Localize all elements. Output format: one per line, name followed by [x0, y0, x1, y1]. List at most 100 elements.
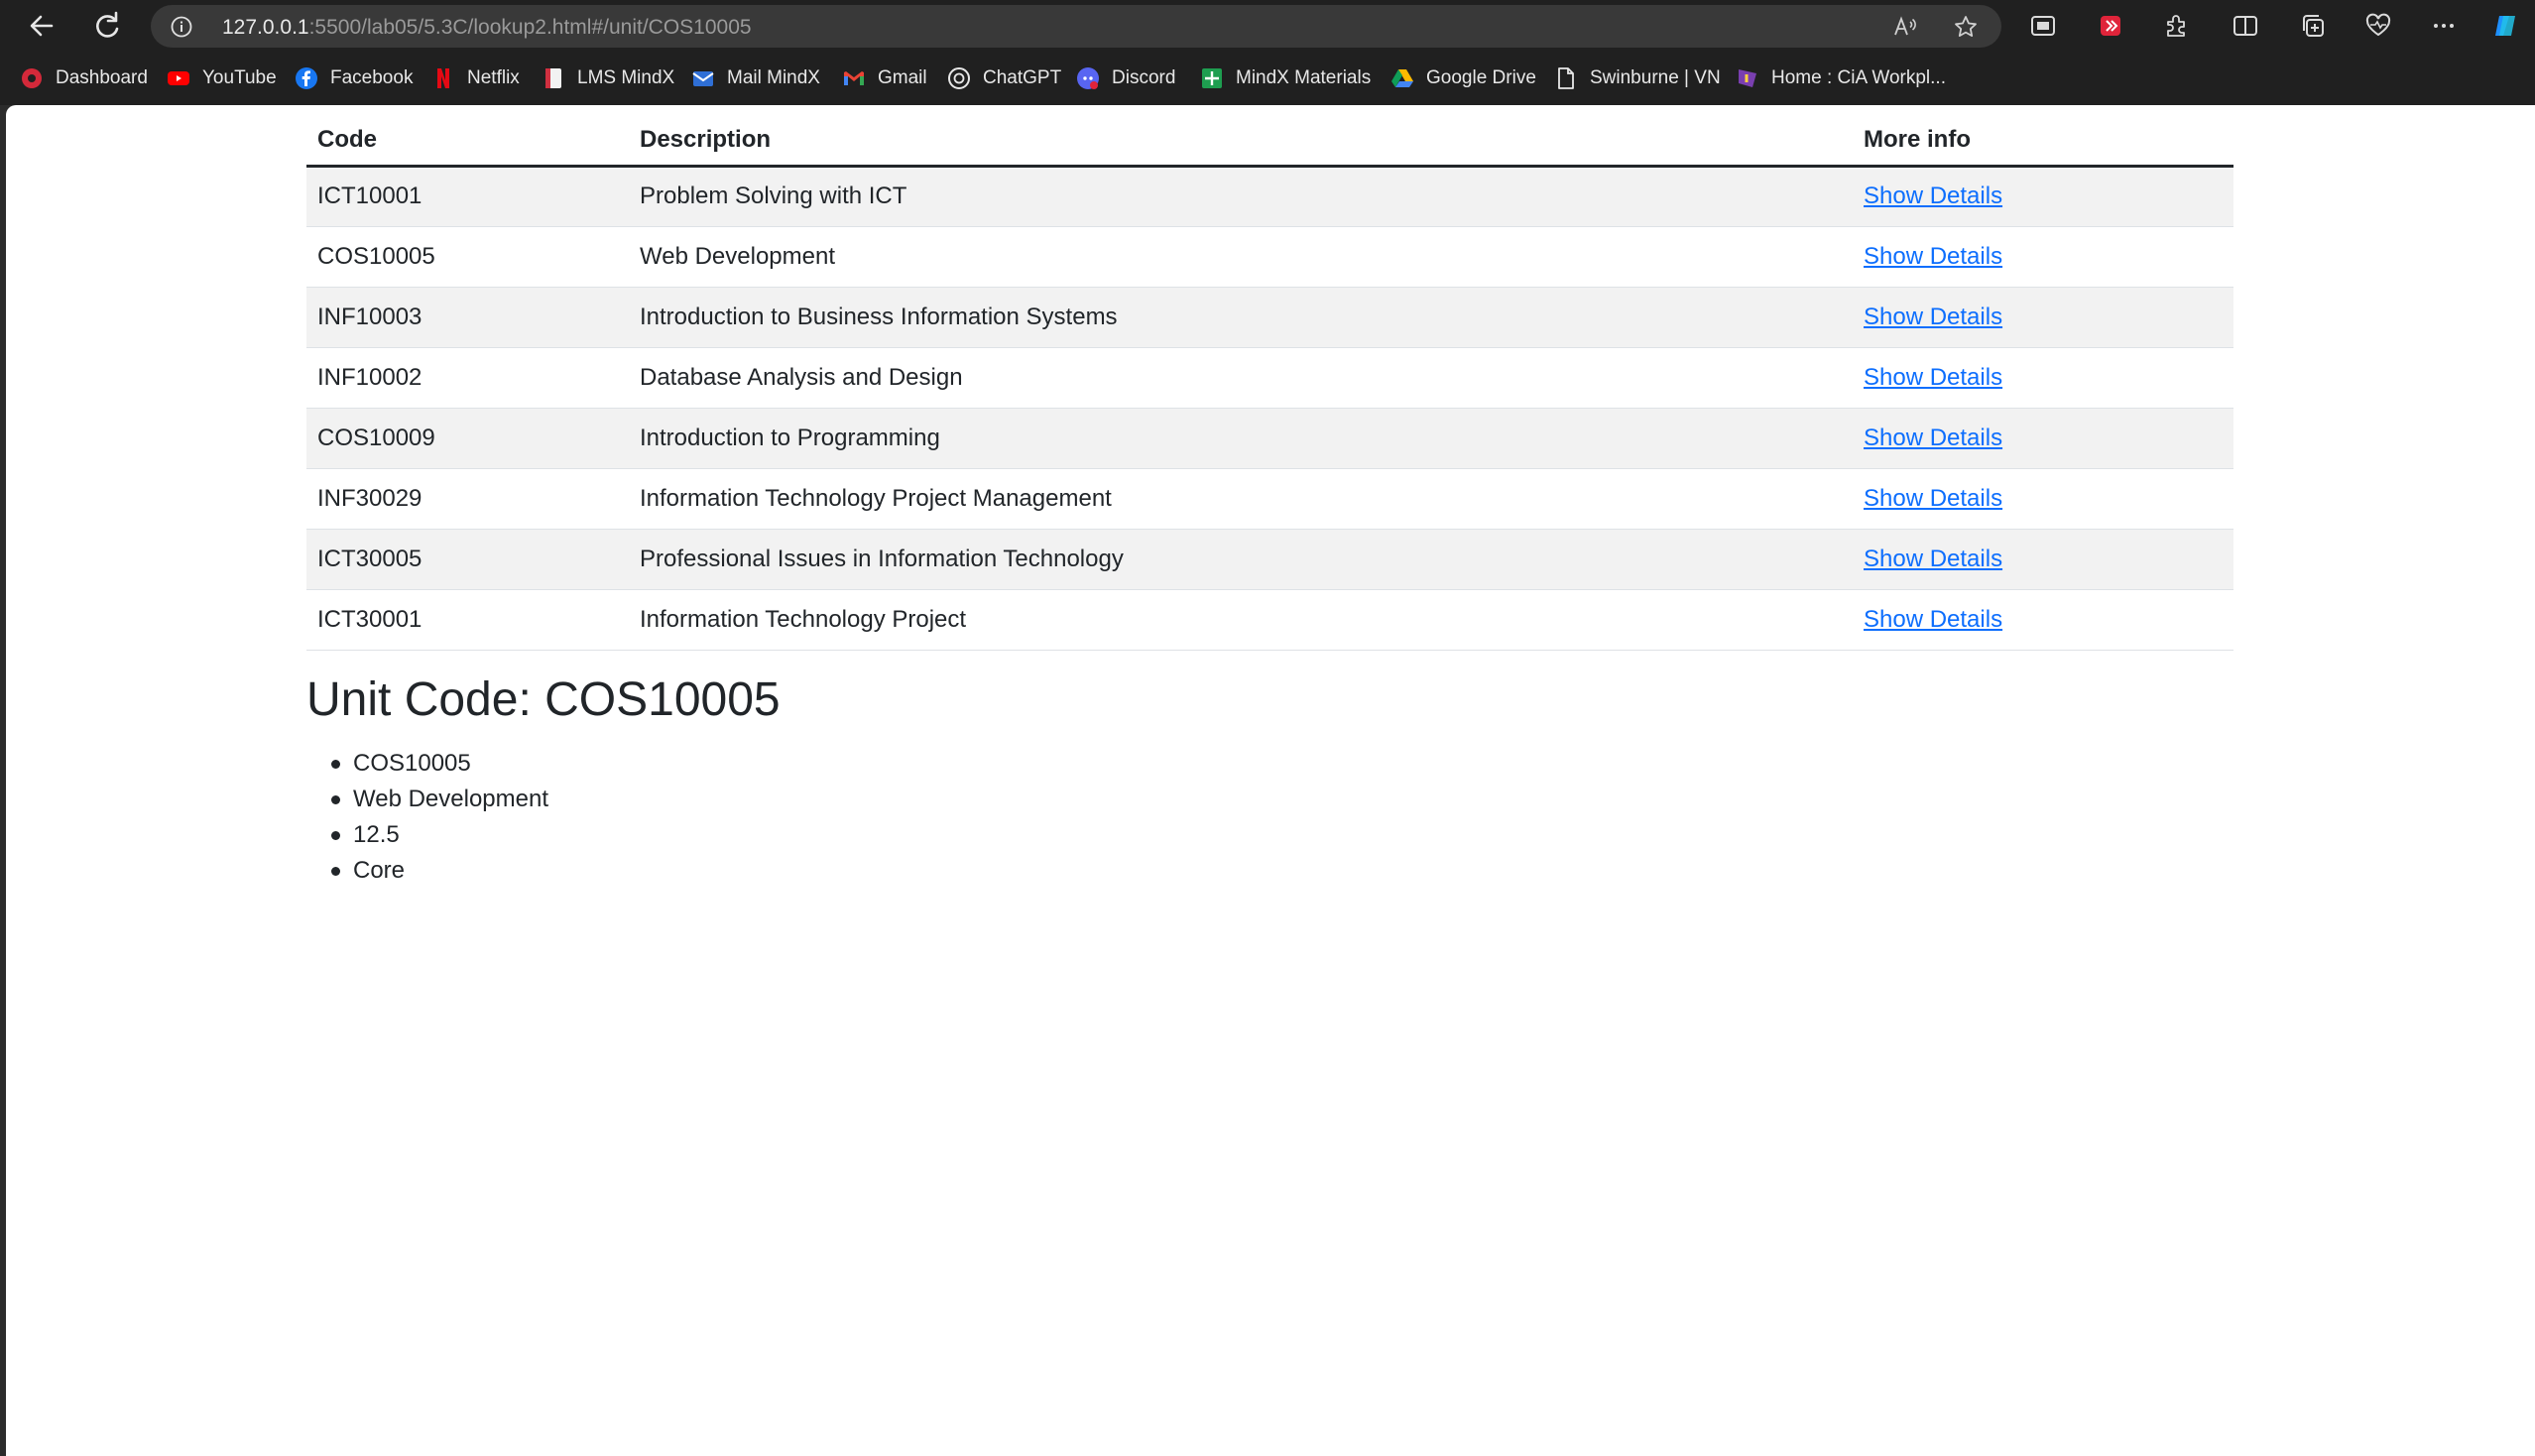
- show-details-link[interactable]: Show Details: [1864, 182, 2002, 209]
- google-drive-icon: [1390, 66, 1414, 90]
- show-details-link[interactable]: Show Details: [1864, 606, 2002, 633]
- unit-description: Introduction to Programming: [629, 408, 1853, 469]
- bookmark-chatgpt[interactable]: ChatGPT: [947, 65, 1061, 91]
- sheets-icon: [1200, 66, 1224, 90]
- bookmark-label: LMS MindX: [577, 67, 675, 88]
- bookmark-dashboard[interactable]: Dashboard: [20, 65, 148, 91]
- table-row: COS10009 Introduction to Programming Sho…: [306, 408, 2233, 469]
- bookmark-facebook[interactable]: Facebook: [295, 65, 413, 91]
- unit-detail-type: Core: [306, 853, 548, 889]
- show-details-link[interactable]: Show Details: [1864, 546, 2002, 572]
- bookmark-swinburne[interactable]: Swinburne | VN: [1554, 65, 1721, 91]
- more-info-cell: Show Details: [1853, 226, 2233, 288]
- settings-menu-button[interactable]: [2430, 12, 2458, 40]
- bookmark-label: ChatGPT: [983, 67, 1062, 88]
- bookmark-label: Home : CiA Workpl...: [1771, 67, 1946, 88]
- bookmark-gmail[interactable]: Gmail: [842, 65, 927, 91]
- dashboard-icon: [20, 66, 44, 90]
- bookmark-label: Swinburne | VN: [1590, 67, 1721, 88]
- more-info-cell: Show Details: [1853, 529, 2233, 590]
- unit-description: Information Technology Project: [629, 589, 1853, 651]
- reload-icon: [96, 11, 119, 38]
- show-details-link[interactable]: Show Details: [1864, 425, 2002, 451]
- bookmark-label: YouTube: [202, 67, 277, 88]
- unit-code: INF30029: [306, 468, 629, 530]
- unit-code: ICT10001: [306, 166, 629, 227]
- back-button[interactable]: [22, 6, 61, 46]
- url-text[interactable]: 127.0.0.1:5500/lab05/5.3C/lookup2.html#/…: [222, 16, 752, 40]
- url-path: :5500/lab05/5.3C/lookup2.html#/unit/COS1…: [308, 16, 752, 39]
- bookmark-label: Netflix: [467, 67, 520, 88]
- show-details-link[interactable]: Show Details: [1864, 485, 2002, 512]
- media-controls-button[interactable]: [2029, 12, 2057, 40]
- gmail-icon: [842, 66, 866, 90]
- star-icon: [1955, 16, 1977, 37]
- unit-description: Problem Solving with ICT: [629, 166, 1853, 227]
- back-arrow-icon: [30, 15, 54, 37]
- unit-detail-credit-points: 12.5: [306, 817, 548, 853]
- more-info-cell: Show Details: [1853, 166, 2233, 227]
- split-screen-button[interactable]: [2232, 12, 2259, 40]
- unit-code: COS10005: [306, 226, 629, 288]
- extensions-button[interactable]: [2162, 12, 2190, 40]
- mail-icon: [691, 66, 715, 90]
- extension-red-button[interactable]: [2097, 12, 2124, 40]
- bookmark-label: Gmail: [878, 67, 927, 88]
- unit-description: Professional Issues in Information Techn…: [629, 529, 1853, 590]
- page-viewport: Code Description More info ICT10001 Prob…: [6, 105, 2535, 1456]
- show-details-link[interactable]: Show Details: [1864, 243, 2002, 270]
- favorite-button[interactable]: [1953, 14, 1979, 40]
- bookmark-mindx-materials[interactable]: MindX Materials: [1200, 65, 1371, 91]
- site-info-icon[interactable]: [171, 16, 192, 38]
- bookmark-label: Google Drive: [1426, 67, 1536, 88]
- copilot-button[interactable]: [2491, 12, 2519, 40]
- bookmark-cia-workplace[interactable]: Home : CiA Workpl...: [1736, 65, 1946, 91]
- bookmark-google-drive[interactable]: Google Drive: [1390, 65, 1536, 91]
- media-icon: [2031, 16, 2055, 36]
- heart-pulse-icon: [2365, 13, 2391, 37]
- collections-icon: [2303, 15, 2324, 37]
- unit-code: ICT30005: [306, 529, 629, 590]
- browser-toolbar: 127.0.0.1:5500/lab05/5.3C/lookup2.html#/…: [0, 0, 2535, 52]
- more-info-cell: Show Details: [1853, 408, 2233, 469]
- reload-button[interactable]: [87, 6, 127, 46]
- bookmark-label: MindX Materials: [1236, 67, 1372, 88]
- code-column-header: Code: [306, 105, 629, 168]
- units-table: Code Description More info ICT10001 Prob…: [306, 105, 2233, 651]
- unit-code: INF10003: [306, 287, 629, 348]
- puzzle-icon: [2167, 15, 2185, 37]
- more-info-cell: Show Details: [1853, 468, 2233, 530]
- unit-detail-description: Web Development: [306, 782, 548, 817]
- facebook-icon: [295, 66, 318, 90]
- read-aloud-button[interactable]: [1892, 14, 1918, 40]
- collections-button[interactable]: [2299, 12, 2327, 40]
- table-row: INF10003 Introduction to Business Inform…: [306, 287, 2233, 348]
- bookmark-label: Dashboard: [56, 67, 148, 88]
- youtube-icon: [167, 66, 190, 90]
- table-row: ICT30005 Professional Issues in Informat…: [306, 529, 2233, 590]
- unit-description: Database Analysis and Design: [629, 347, 1853, 409]
- more-info-cell: Show Details: [1853, 347, 2233, 409]
- bookmark-lms-mindx[interactable]: LMS MindX: [542, 65, 674, 91]
- chatgpt-icon: [947, 66, 971, 90]
- show-details-link[interactable]: Show Details: [1864, 303, 2002, 330]
- table-row: ICT10001 Problem Solving with ICT Show D…: [306, 166, 2233, 227]
- table-row: COS10005 Web Development Show Details: [306, 226, 2233, 288]
- unit-description: Web Development: [629, 226, 1853, 288]
- bookmark-mail-mindx[interactable]: Mail MindX: [691, 65, 820, 91]
- table-row: ICT30001 Information Technology Project …: [306, 589, 2233, 651]
- copilot-icon: [2495, 16, 2515, 36]
- url-host: 127.0.0.1: [222, 16, 309, 39]
- browser-essentials-button[interactable]: [2364, 12, 2392, 40]
- bookmark-youtube[interactable]: YouTube: [167, 65, 277, 91]
- bookmark-netflix[interactable]: Netflix: [431, 65, 520, 91]
- more-options-icon: [2434, 24, 2454, 28]
- bookmark-discord[interactable]: Discord: [1076, 65, 1175, 91]
- show-details-link[interactable]: Show Details: [1864, 364, 2002, 391]
- more-info-cell: Show Details: [1853, 287, 2233, 348]
- address-bar[interactable]: 127.0.0.1:5500/lab05/5.3C/lookup2.html#/…: [151, 5, 2001, 48]
- bookmark-label: Mail MindX: [727, 67, 820, 88]
- extension-red-icon: [2101, 16, 2120, 36]
- table-row: INF30029 Information Technology Project …: [306, 468, 2233, 530]
- description-column-header: Description: [629, 105, 1853, 168]
